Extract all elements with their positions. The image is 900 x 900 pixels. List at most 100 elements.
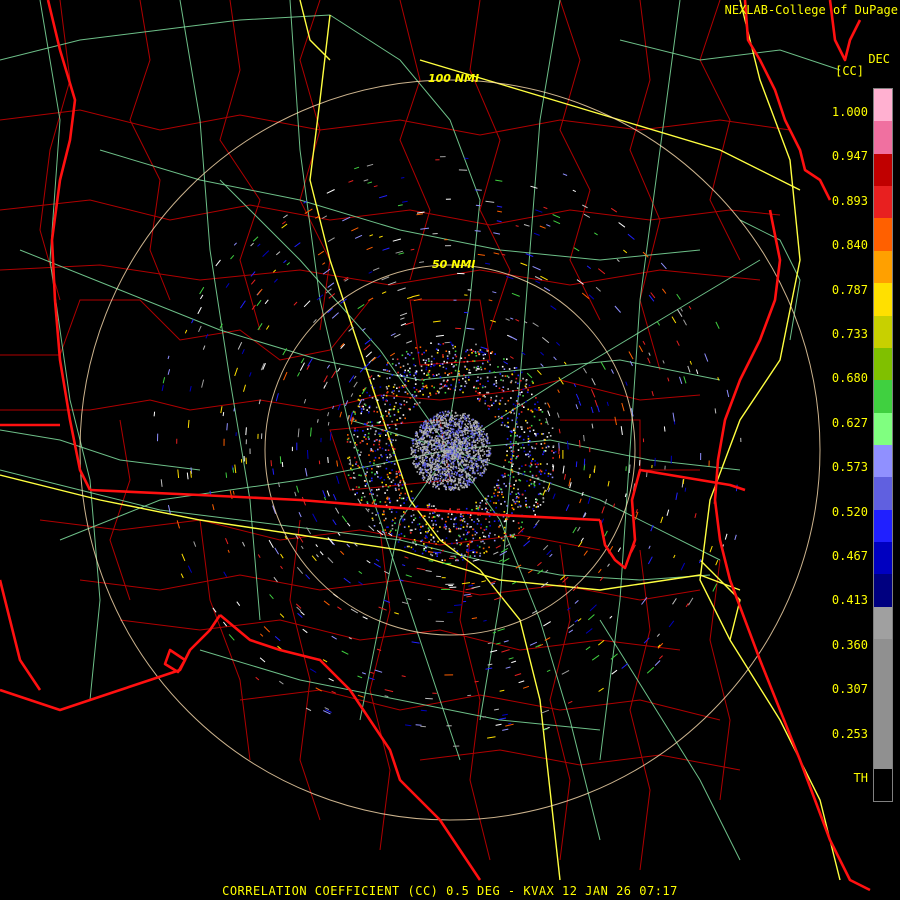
echo-pixel (547, 472, 550, 475)
echo-pixel (477, 450, 480, 453)
echo-pixel (440, 447, 443, 449)
echo-pixel (380, 476, 383, 479)
color-scale-swatch (874, 606, 892, 640)
echo-pixel (418, 441, 420, 443)
echo-pixel (449, 341, 452, 344)
echo-pixel (440, 465, 442, 468)
echo-pixel (366, 467, 369, 470)
echo-pixel (458, 370, 460, 373)
echo-pixel (410, 453, 413, 455)
echo-pixel (468, 454, 471, 456)
echo-pixel (453, 387, 456, 390)
echo-pixel (387, 476, 389, 478)
echo-pixel (507, 421, 509, 424)
echo-pixel (350, 467, 352, 470)
echo-pixel (430, 547, 433, 550)
echo-pixel (417, 464, 419, 467)
echo-pixel (495, 380, 497, 382)
echo-pixel (435, 417, 438, 419)
echo-pixel (410, 446, 412, 449)
echo-pixel (494, 534, 496, 536)
echo-pixel (447, 410, 450, 413)
echo-pixel (382, 485, 384, 488)
echo-pixel (409, 354, 411, 356)
echo-pixel (452, 489, 455, 491)
echo-pixel (375, 439, 378, 441)
color-scale-label: 0.733 (831, 327, 868, 341)
echo-pixel (473, 429, 475, 432)
echo-pixel (438, 391, 440, 393)
echo-pixel (385, 531, 387, 534)
echo-pixel (475, 460, 478, 463)
echo-pixel (505, 444, 508, 446)
echo-pixel (398, 497, 401, 499)
echo-pixel (437, 487, 440, 490)
echo-pixel (538, 409, 540, 411)
echo-pixel (483, 428, 485, 431)
echo-pixel (513, 487, 515, 490)
echo-pixel (468, 369, 471, 371)
echo-pixel (484, 467, 486, 469)
echo-pixel (428, 451, 431, 454)
echo-pixel (394, 483, 397, 485)
echo-pixel (453, 452, 455, 454)
echo-pixel (459, 453, 461, 456)
echo-pixel (499, 524, 501, 527)
echo-pixel (497, 491, 499, 494)
echo-pixel (458, 374, 461, 376)
echo-streak (567, 440, 569, 450)
echo-pixel (447, 357, 449, 360)
echo-pixel (446, 460, 448, 462)
radar-map[interactable]: 50 NMI 100 NMI (0, 0, 900, 900)
echo-pixel (400, 403, 403, 406)
echo-pixel (466, 445, 469, 447)
echo-pixel (480, 540, 482, 543)
echo-pixel (449, 424, 451, 427)
echo-pixel (460, 388, 462, 390)
echo-pixel (443, 445, 445, 448)
echo-pixel (426, 435, 428, 438)
echo-pixel (464, 412, 466, 415)
echo-pixel (391, 374, 394, 376)
echo-pixel (455, 414, 458, 417)
echo-pixel (544, 450, 547, 452)
echo-pixel (553, 451, 555, 454)
echo-pixel (384, 492, 386, 494)
echo-pixel (401, 487, 404, 489)
echo-pixel (476, 523, 479, 525)
echo-pixel (513, 427, 516, 430)
echo-pixel (425, 432, 427, 434)
echo-pixel (476, 551, 478, 554)
echo-pixel (504, 472, 506, 475)
echo-pixel (541, 411, 544, 413)
echo-pixel (414, 391, 416, 393)
echo-pixel (437, 474, 440, 477)
echo-pixel (445, 367, 448, 370)
echo-pixel (448, 486, 450, 488)
echo-pixel (531, 460, 533, 462)
echo-pixel (407, 369, 409, 372)
echo-pixel (355, 461, 358, 463)
echo-pixel (485, 434, 488, 436)
echo-pixel (448, 473, 451, 475)
echo-pixel (427, 527, 430, 529)
echo-pixel (443, 435, 445, 437)
color-scale-label: 0.253 (831, 726, 868, 741)
echo-pixel (398, 470, 400, 472)
echo-pixel (442, 343, 445, 345)
echo-pixel (366, 428, 369, 430)
echo-pixel (447, 478, 449, 481)
echo-pixel (471, 432, 474, 434)
echo-streak (714, 408, 717, 414)
echo-pixel (405, 350, 408, 353)
echo-pixel (493, 502, 495, 504)
echo-pixel (378, 488, 380, 491)
echo-pixel (482, 464, 485, 467)
echo-pixel (438, 447, 441, 450)
echo-pixel (533, 510, 535, 512)
echo-pixel (511, 536, 514, 538)
echo-pixel (480, 435, 482, 437)
echo-pixel (397, 541, 400, 543)
echo-pixel (376, 472, 379, 475)
echo-pixel (402, 478, 404, 481)
